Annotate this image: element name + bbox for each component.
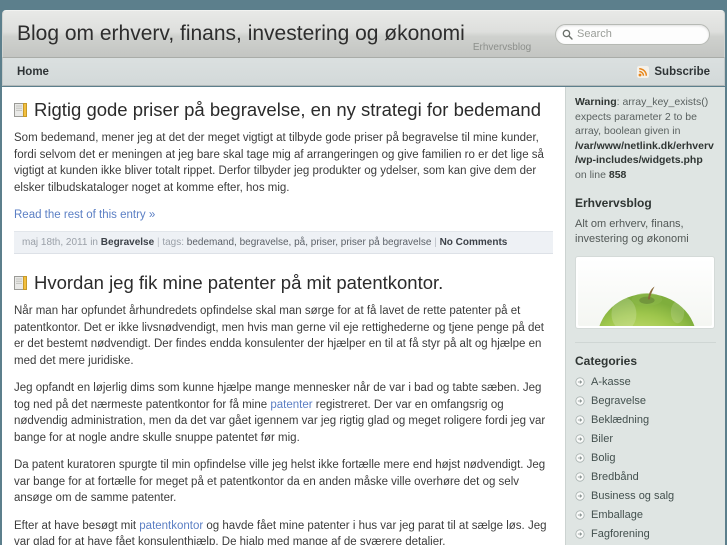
nav-item-home[interactable]: Home bbox=[17, 66, 49, 78]
category-item[interactable]: Bolig bbox=[575, 451, 716, 465]
post-meta-in: in bbox=[90, 237, 98, 249]
widget-description: Alt om erhverv, finans, investering og ø… bbox=[575, 218, 689, 245]
post-paragraph: Når man har opfundet århundredets opfind… bbox=[14, 305, 544, 367]
post-date: maj 18th, 2011 bbox=[22, 237, 88, 249]
warning-text-2: on line bbox=[575, 168, 609, 181]
category-label[interactable]: A-kasse bbox=[591, 375, 631, 389]
post-body: Som bedemand, mener jeg at det der meget… bbox=[14, 130, 553, 231]
arrow-circle-icon bbox=[575, 472, 585, 482]
category-item[interactable]: Bredbånd bbox=[575, 470, 716, 484]
php-warning-message: Warning: array_key_exists() expects para… bbox=[575, 95, 716, 182]
meta-separator: | bbox=[434, 237, 437, 249]
warning-label: Warning bbox=[575, 96, 617, 108]
post-title: Rigtig gode priser på begravelse, en ny … bbox=[14, 99, 553, 121]
post-paragraph: Jeg opfandt en løjerlig dims som kunne h… bbox=[14, 380, 553, 446]
category-label[interactable]: Beklædning bbox=[591, 413, 649, 427]
main-content: Rigtig gode priser på begravelse, en ny … bbox=[2, 87, 565, 545]
category-label[interactable]: Fagforening bbox=[591, 527, 650, 541]
search-input[interactable] bbox=[577, 25, 697, 43]
site-title[interactable]: Blog om erhverv, finans, investering og … bbox=[17, 22, 465, 46]
site-header: Blog om erhverv, finans, investering og … bbox=[2, 10, 725, 58]
category-item[interactable]: Fagforening bbox=[575, 527, 716, 541]
post-paragraph: Da patent kuratoren spurgte til min opfi… bbox=[14, 459, 546, 505]
arrow-circle-icon bbox=[575, 434, 585, 444]
warning-line-number: 858 bbox=[608, 168, 627, 181]
widget-divider bbox=[575, 342, 716, 343]
post-body: Når man har opfundet århundredets opfind… bbox=[14, 303, 553, 545]
post-meta: maj 18th, 2011 in Begravelse | tags: bed… bbox=[14, 231, 553, 255]
main-navigation: Home Subscribe bbox=[2, 58, 725, 86]
post-article: Hvordan jeg fik mine patenter på mit pat… bbox=[14, 272, 553, 545]
book-icon bbox=[14, 103, 27, 118]
category-label[interactable]: Begravelse bbox=[591, 394, 646, 408]
category-item[interactable]: A-kasse bbox=[575, 375, 716, 389]
arrow-circle-icon bbox=[575, 377, 585, 387]
category-item[interactable]: Business og salg bbox=[575, 489, 716, 503]
sidebar: Warning: array_key_exists() expects para… bbox=[565, 87, 725, 545]
post-title-link[interactable]: Hvordan jeg fik mine patenter på mit pat… bbox=[34, 272, 443, 294]
category-label[interactable]: Business og salg bbox=[591, 489, 674, 503]
search-box[interactable] bbox=[555, 23, 710, 45]
page-root: Blog om erhverv, finans, investering og … bbox=[0, 0, 727, 545]
widget-about: Erhvervsblog Alt om erhverv, finans, inv… bbox=[575, 196, 716, 329]
arrow-circle-icon bbox=[575, 510, 585, 520]
post-categories[interactable]: Begravelse bbox=[101, 237, 154, 248]
post-title: Hvordan jeg fik mine patenter på mit pat… bbox=[14, 272, 553, 294]
subscribe-label: Subscribe bbox=[654, 65, 710, 78]
read-more-link[interactable]: Read the rest of this entry » bbox=[14, 209, 155, 221]
post-paragraph: Efter at have besøgt mit patentkontor og… bbox=[14, 518, 553, 545]
subscribe-link[interactable]: Subscribe bbox=[637, 65, 710, 78]
arrow-circle-icon bbox=[575, 415, 585, 425]
category-item[interactable]: Emballage bbox=[575, 508, 716, 522]
site-tagline: Erhvervsblog bbox=[472, 42, 532, 53]
arrow-circle-icon bbox=[575, 529, 585, 539]
widget-title-about: Erhvervsblog bbox=[575, 196, 652, 210]
post-tags-label: tags: bbox=[162, 237, 185, 249]
category-label[interactable]: Bredbånd bbox=[591, 470, 639, 484]
rss-icon bbox=[637, 65, 650, 78]
paragraph-text-pre: Efter at have besøgt mit bbox=[14, 519, 140, 532]
search-icon bbox=[562, 29, 573, 40]
category-label[interactable]: Emballage bbox=[591, 508, 643, 522]
category-item[interactable]: Begravelse bbox=[575, 394, 716, 408]
meta-separator: | bbox=[156, 237, 160, 249]
category-item[interactable]: Beklædning bbox=[575, 413, 716, 427]
category-label[interactable]: Bolig bbox=[591, 451, 615, 465]
post-paragraph: Som bedemand, mener jeg at det der meget… bbox=[14, 132, 544, 194]
warning-path: /var/www/netlink.dk/erhverv/wp-includes/… bbox=[575, 139, 714, 167]
body-columns: Rigtig gode priser på begravelse, en ny … bbox=[2, 87, 725, 545]
widget-title-categories: Categories bbox=[575, 354, 638, 368]
inline-link-patentkontor[interactable]: patentkontor bbox=[139, 520, 203, 532]
widget-categories: Categories A-kasse Begravelse Beklædning bbox=[575, 354, 716, 545]
inline-link-patenter[interactable]: patenter bbox=[270, 399, 312, 411]
apple-image-frame bbox=[575, 256, 715, 329]
post-tags[interactable]: bedemand, begravelse, på, priser, priser… bbox=[187, 237, 432, 248]
post-comments-link[interactable]: No Comments bbox=[440, 237, 508, 248]
category-list: A-kasse Begravelse Beklædning Biler Boli… bbox=[575, 375, 716, 545]
arrow-circle-icon bbox=[575, 491, 585, 501]
post-article: Rigtig gode priser på begravelse, en ny … bbox=[14, 99, 553, 255]
category-label[interactable]: Biler bbox=[591, 432, 613, 446]
arrow-circle-icon bbox=[575, 453, 585, 463]
book-icon bbox=[14, 276, 27, 291]
green-apple-image bbox=[578, 259, 712, 326]
arrow-circle-icon bbox=[575, 396, 585, 406]
post-title-link[interactable]: Rigtig gode priser på begravelse, en ny … bbox=[34, 99, 541, 121]
category-item[interactable]: Biler bbox=[575, 432, 716, 446]
